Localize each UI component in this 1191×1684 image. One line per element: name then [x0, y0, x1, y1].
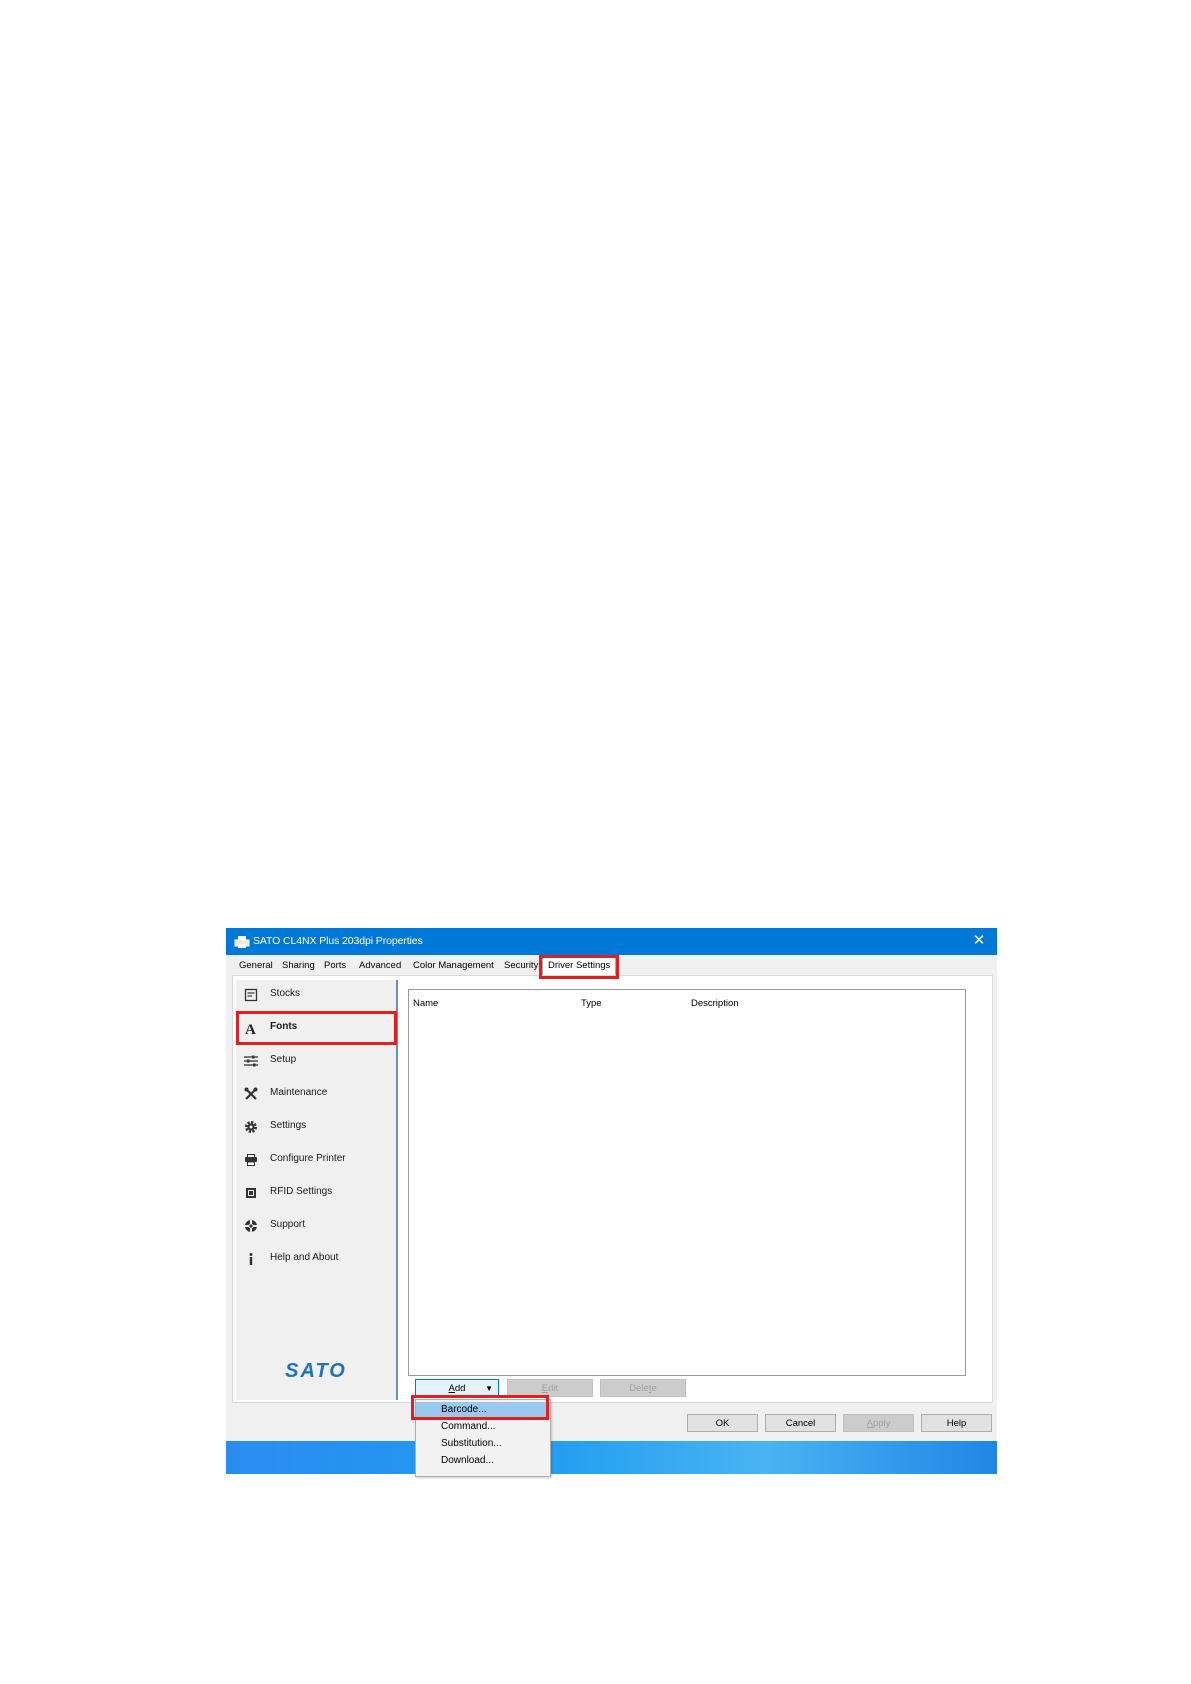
column-header-description[interactable]: Description [691, 998, 739, 1009]
sidebar-item-label: Help and About [270, 1252, 339, 1263]
sato-logo: SATO [285, 1360, 347, 1380]
sidebar-item-setup[interactable]: Setup [236, 1046, 396, 1076]
tab-color-management[interactable]: Color Management [413, 960, 494, 971]
gear-icon [245, 1121, 257, 1133]
sidebar-item-label: Maintenance [270, 1087, 328, 1098]
sidebar-item-maintenance[interactable]: Maintenance [236, 1079, 396, 1109]
column-header-type[interactable]: Type [581, 998, 602, 1009]
menu-item-substitution[interactable]: Substitution... [416, 1436, 550, 1453]
delete-button[interactable]: Delete [600, 1379, 686, 1397]
sliders-icon [244, 1055, 258, 1067]
properties-dialog: SATO CL4NX Plus 203dpi Properties ✕ Gene… [226, 928, 997, 1474]
printer-config-icon [245, 1154, 257, 1166]
info-icon [249, 1253, 253, 1265]
highlight-fonts-item [236, 1011, 397, 1045]
tab-ports[interactable]: Ports [324, 960, 346, 971]
sidebar-item-label: Configure Printer [270, 1153, 346, 1164]
taskbar [226, 1441, 997, 1474]
sidebar-item-support[interactable]: Support [236, 1211, 396, 1241]
sidebar-item-label: RFID Settings [270, 1186, 333, 1197]
sidebar-item-label: Support [270, 1219, 306, 1230]
close-icon[interactable]: ✕ [969, 931, 989, 951]
menu-item-command[interactable]: Command... [416, 1419, 550, 1436]
title-bar: SATO CL4NX Plus 203dpi Properties ✕ [226, 928, 997, 955]
help-button[interactable]: Help [921, 1414, 992, 1432]
column-header-name[interactable]: Name [413, 998, 438, 1009]
sidebar-item-label: Stocks [270, 988, 301, 999]
apply-button[interactable]: Apply [843, 1414, 914, 1432]
highlight-barcode-item [411, 1395, 549, 1420]
tab-advanced[interactable]: Advanced [359, 960, 401, 971]
add-button-label: Add [448, 1383, 466, 1394]
rfid-icon [246, 1188, 256, 1198]
font-list[interactable]: Name Type Description [408, 989, 966, 1376]
sidebar-item-stocks[interactable]: Stocks [236, 980, 396, 1010]
tab-sharing[interactable]: Sharing [282, 960, 315, 971]
sidebar-item-help-and-about[interactable]: Help and About [236, 1244, 396, 1274]
sidebar-item-label: Setup [270, 1054, 297, 1065]
sidebar-item-settings[interactable]: Settings [236, 1112, 396, 1142]
cancel-button[interactable]: Cancel [765, 1414, 836, 1432]
stocks-icon [244, 988, 258, 1002]
window-title: SATO CL4NX Plus 203dpi Properties [253, 935, 423, 947]
ok-button[interactable]: OK [687, 1414, 758, 1432]
sidebar-item-label: Settings [270, 1120, 307, 1131]
tools-icon [244, 1087, 258, 1100]
svg-text:SATO: SATO [285, 1360, 347, 1380]
menu-item-download[interactable]: Download... [416, 1453, 550, 1470]
tab-security[interactable]: Security [504, 960, 538, 971]
sidebar-item-rfid-settings[interactable]: RFID Settings [236, 1178, 396, 1208]
tab-general[interactable]: General [239, 960, 273, 971]
support-icon [245, 1220, 257, 1232]
printer-icon [234, 936, 250, 948]
sidebar-item-configure-printer[interactable]: Configure Printer [236, 1145, 396, 1175]
highlight-driver-settings-tab [539, 955, 619, 979]
